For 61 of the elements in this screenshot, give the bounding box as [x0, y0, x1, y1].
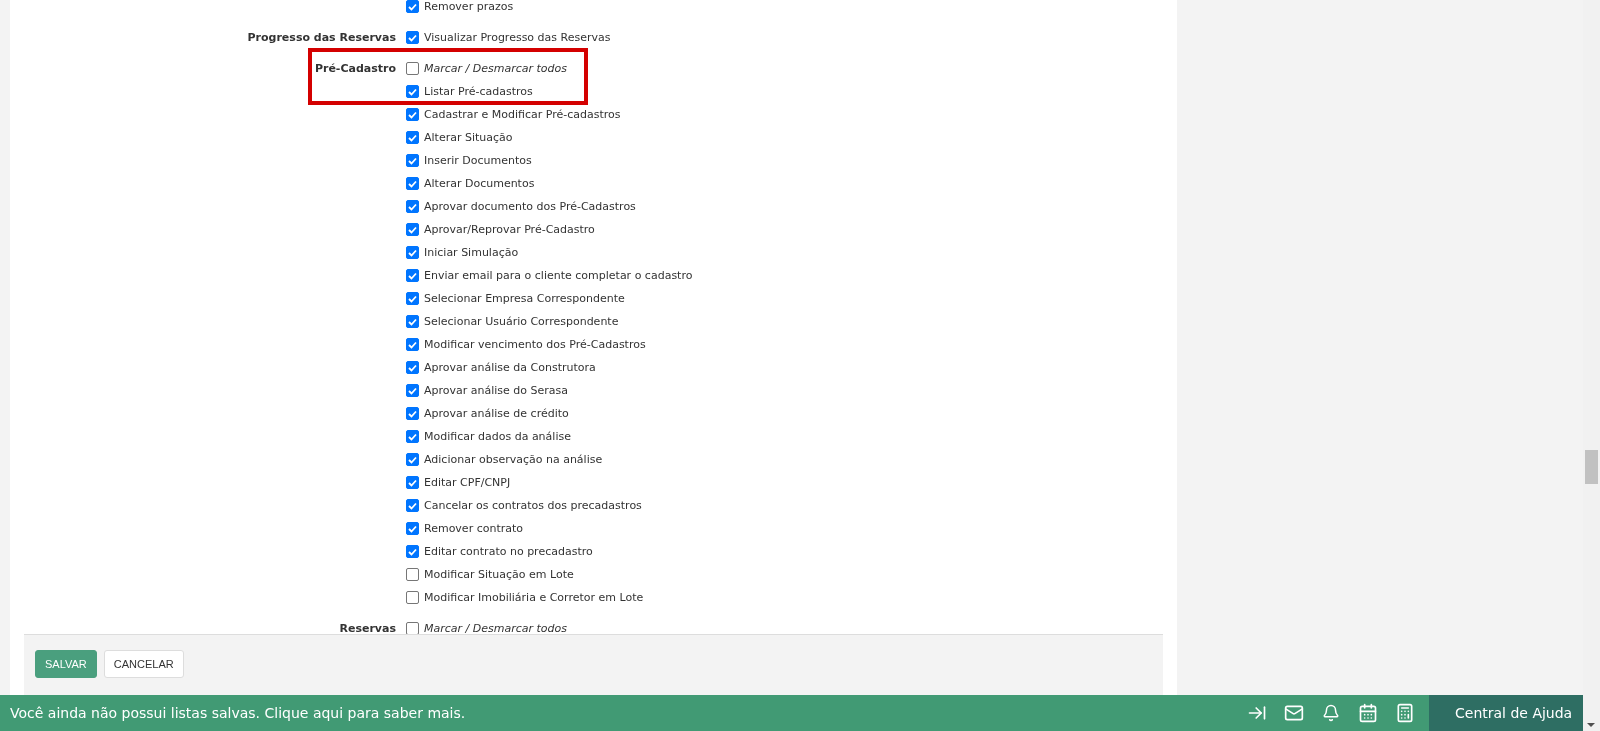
save-button[interactable]: SALVAR	[35, 650, 97, 678]
permission-label: Modificar dados da análise	[424, 430, 571, 443]
checkbox[interactable]	[406, 131, 419, 144]
checkbox[interactable]	[406, 108, 419, 121]
permission-label: Modificar vencimento dos Pré-Cadastros	[424, 338, 646, 351]
checkbox[interactable]	[406, 568, 419, 581]
checkbox[interactable]	[406, 522, 419, 535]
checkbox[interactable]	[406, 430, 419, 443]
checkbox[interactable]	[406, 223, 419, 236]
permission-label: Editar contrato no precadastro	[424, 545, 593, 558]
permission-label: Selecionar Empresa Correspondente	[424, 292, 625, 305]
checkbox[interactable]	[406, 246, 419, 259]
help-center-button[interactable]: Central de Ajuda	[1429, 695, 1583, 731]
permission-label: Enviar email para o cliente completar o cadastro	[424, 269, 693, 282]
checkbox[interactable]	[406, 361, 419, 374]
checkbox[interactable]	[406, 591, 419, 604]
permission-label: Aprovar análise de crédito	[424, 407, 569, 420]
checkbox[interactable]	[406, 292, 419, 305]
checkbox[interactable]	[406, 200, 419, 213]
checkbox[interactable]	[406, 622, 419, 634]
permission-label: Listar Pré-cadastros	[424, 85, 533, 98]
group-label: Reservas	[339, 621, 397, 634]
permission-label: Iniciar Simulação	[424, 246, 519, 259]
permission-label: Aprovar análise do Serasa	[424, 384, 569, 397]
checkbox[interactable]	[406, 177, 419, 190]
permission-label: Modificar Situação em Lote	[424, 568, 574, 581]
checkbox[interactable]	[406, 62, 419, 75]
permission-label: Aprovar análise da Construtora	[424, 361, 596, 374]
permission-label: Alterar Situação	[424, 131, 513, 144]
toggle-all-label: Marcar / Desmarcar todos	[424, 622, 567, 634]
permission-label: Aprovar documento dos Pré-Cadastros	[424, 200, 636, 213]
permission-label: Alterar Documentos	[424, 177, 535, 190]
toggle-all-label: Marcar / Desmarcar todos	[424, 62, 567, 75]
permission-label: Cadastrar e Modificar Pré-cadastros	[424, 108, 621, 121]
checkbox[interactable]	[406, 476, 419, 489]
permission-label: Inserir Documentos	[424, 154, 532, 167]
permission-label: Selecionar Usuário Correspondente	[424, 315, 619, 328]
cancel-button[interactable]: CANCELAR	[103, 650, 184, 678]
permission-label: Remover prazos	[424, 0, 514, 13]
checkbox[interactable]	[406, 407, 419, 420]
checkbox[interactable]	[406, 85, 419, 98]
checkbox[interactable]	[406, 384, 419, 397]
checkbox[interactable]	[406, 453, 419, 466]
permission-label: Editar CPF/CNPJ	[424, 476, 511, 489]
saved-lists-link[interactable]: Você ainda não possui listas salvas. Clique aqui para saber mais.	[0, 705, 1244, 721]
permission-label: Remover contrato	[424, 522, 524, 535]
permission-label: Modificar Imobiliária e Corretor em Lote	[424, 591, 644, 604]
checkbox[interactable]	[406, 154, 419, 167]
permission-label: Cancelar os contratos dos precadastros	[424, 499, 642, 512]
permission-label: Aprovar/Reprovar Pré-Cadastro	[424, 223, 595, 236]
permission-label: Adicionar observação na análise	[424, 453, 603, 466]
checkbox[interactable]	[406, 315, 419, 328]
checkbox[interactable]	[406, 545, 419, 558]
checkbox[interactable]	[406, 31, 419, 44]
permission-label: Visualizar Progresso das Reservas	[424, 31, 611, 44]
group-label: Pré-Cadastro	[314, 61, 397, 77]
group-label: Progresso das Reservas	[247, 30, 397, 46]
checkbox[interactable]	[406, 338, 419, 351]
checkbox[interactable]	[406, 499, 419, 512]
checkbox[interactable]	[406, 269, 419, 282]
checkbox[interactable]	[406, 0, 419, 13]
